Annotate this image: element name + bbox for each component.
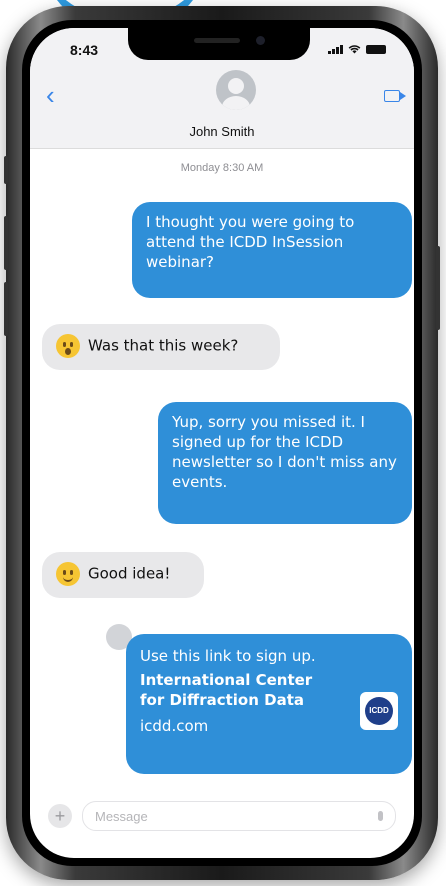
- phone-frame: 8:43 ‹ John Smith Monday 8:30 AM I thoug…: [4, 6, 440, 880]
- link-preview-bubble[interactable]: Use this link to sign up. International …: [126, 634, 412, 774]
- message-composer: + Message: [48, 800, 396, 832]
- contact-avatar[interactable]: [216, 70, 256, 110]
- message-placeholder: Message: [95, 808, 148, 824]
- smiling-face-icon: [56, 562, 80, 586]
- icdd-logo: ICDD: [360, 692, 398, 730]
- phone-bezel: 8:43 ‹ John Smith Monday 8:30 AM I thoug…: [22, 20, 422, 866]
- messages-screen: 8:43 ‹ John Smith Monday 8:30 AM I thoug…: [30, 28, 414, 858]
- message-text: Was that this week?: [88, 336, 239, 355]
- signal-icon: [328, 45, 343, 54]
- status-time: 8:43: [70, 42, 99, 58]
- contact-name[interactable]: John Smith: [30, 124, 414, 139]
- surprised-face-icon: [56, 334, 80, 358]
- message-bubble-incoming[interactable]: Good idea!: [42, 552, 204, 598]
- message-bubble-outgoing[interactable]: Yup, sorry you missed it. I signed up fo…: [158, 402, 412, 524]
- link-title: International Center for Diffraction Dat…: [140, 671, 313, 709]
- message-bubble-outgoing[interactable]: I thought you were going to attend the I…: [132, 202, 412, 298]
- link-intro-text: Use this link to sign up.: [140, 647, 316, 665]
- back-chevron-icon[interactable]: ‹: [46, 82, 55, 108]
- front-camera: [256, 36, 265, 45]
- mute-switch: [4, 156, 8, 184]
- notch: [128, 28, 310, 60]
- battery-icon: [366, 45, 386, 54]
- message-input[interactable]: Message: [82, 801, 396, 831]
- thread-timestamp: Monday 8:30 AM: [180, 162, 264, 174]
- status-icons: [328, 44, 386, 54]
- power-button: [436, 246, 440, 330]
- speaker: [194, 38, 240, 43]
- message-text: Good idea!: [88, 564, 171, 583]
- microphone-icon[interactable]: [378, 811, 383, 821]
- wifi-icon: [348, 45, 361, 54]
- video-call-icon[interactable]: [384, 90, 406, 102]
- message-bubble-incoming[interactable]: Was that this week?: [42, 324, 280, 370]
- volume-down-button: [4, 282, 8, 336]
- volume-up-button: [4, 216, 8, 270]
- add-attachment-icon[interactable]: +: [48, 804, 72, 828]
